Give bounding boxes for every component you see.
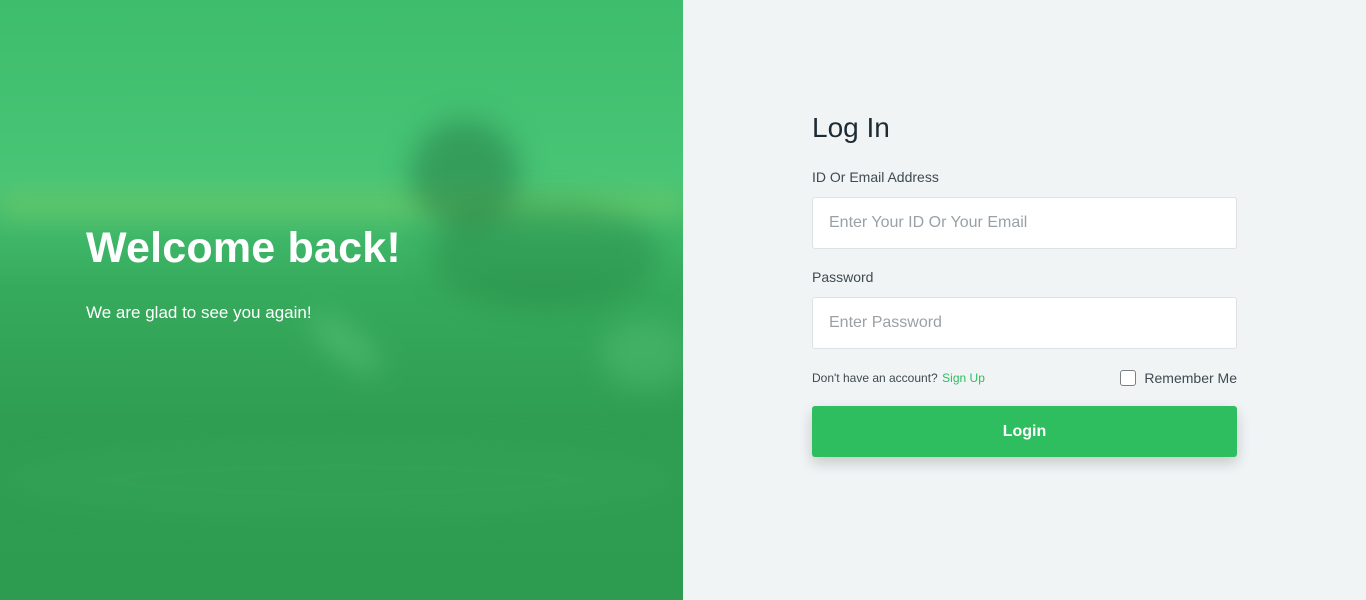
login-title: Log In (812, 112, 890, 143)
hero-background-blur (302, 304, 388, 382)
remember-me-label: Remember Me (1144, 370, 1237, 386)
id-email-input[interactable] (812, 197, 1237, 249)
hero-subtitle: We are glad to see you again! (86, 303, 312, 322)
login-panel: Log In ID Or Email Address Password Don'… (683, 0, 1366, 600)
login-page: Welcome back! We are glad to see you aga… (0, 0, 1366, 600)
hero-background-blur (430, 200, 660, 310)
signup-prompt: Don't have an account? (812, 371, 938, 385)
hero-title: Welcome back! (86, 224, 401, 272)
hero-background-blur (600, 320, 683, 390)
password-input[interactable] (812, 297, 1237, 349)
remember-me-checkbox[interactable] (1120, 370, 1137, 386)
signup-prompt-wrap: Don't have an account? Sign Up (812, 369, 985, 387)
login-button[interactable]: Login (812, 406, 1237, 457)
signup-link[interactable]: Sign Up (942, 371, 985, 385)
password-label: Password (812, 269, 874, 285)
form-options-row: Don't have an account? Sign Up Remember … (812, 368, 1237, 388)
login-form: Log In ID Or Email Address Password Don'… (812, 112, 1237, 457)
hero-panel: Welcome back! We are glad to see you aga… (0, 0, 683, 600)
id-email-label: ID Or Email Address (812, 169, 939, 185)
remember-me[interactable]: Remember Me (1120, 370, 1237, 386)
hero-background-blur (0, 440, 683, 520)
